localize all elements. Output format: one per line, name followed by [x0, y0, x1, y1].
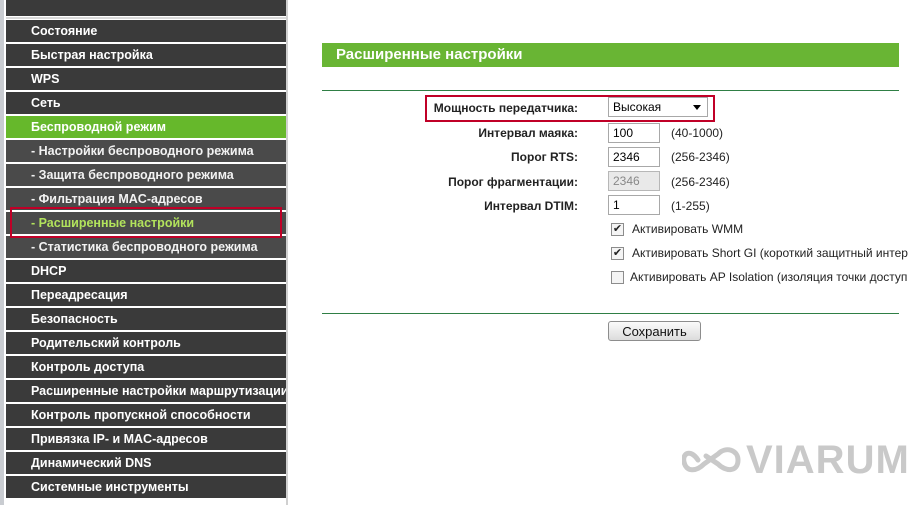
sidebar-item-forwarding[interactable]: Переадресация [6, 284, 286, 306]
beacon-interval-hint: (40-1000) [671, 126, 724, 140]
rts-threshold-hint: (256-2346) [671, 150, 730, 164]
rts-threshold-input[interactable] [608, 147, 660, 167]
fragmentation-threshold-label: Порог фрагментации: [448, 175, 578, 189]
fragmentation-threshold-input [608, 171, 660, 191]
short-gi-checkbox[interactable]: ✔ [611, 247, 624, 260]
page-title: Расширенные настройки [322, 43, 899, 67]
dtim-interval-input[interactable] [608, 195, 660, 215]
sidebar-item-quick-setup[interactable]: Быстрая настройка [6, 44, 286, 66]
sidebar-menu: Состояние Быстрая настройка WPS Сеть Бес… [6, 20, 286, 500]
sidebar-subitem-wireless-security[interactable]: - Защита беспроводного режима [6, 164, 286, 186]
sidebar-item-ddns[interactable]: Динамический DNS [6, 452, 286, 474]
main-panel: Расширенные настройки Мощность передатчи… [288, 0, 918, 505]
sidebar-separator [6, 17, 286, 19]
beacon-interval-input[interactable] [608, 123, 660, 143]
sidebar-subitem-wireless-stats[interactable]: - Статистика беспроводного режима [6, 236, 286, 258]
short-gi-label: Активировать Short GI (короткий защитный… [632, 246, 908, 260]
beacon-interval-label: Интервал маяка: [478, 126, 578, 140]
sidebar-item-wps[interactable]: WPS [6, 68, 286, 90]
sidebar-item-bandwidth-control[interactable]: Контроль пропускной способности [6, 404, 286, 426]
divider-bottom [322, 313, 899, 314]
ap-isolation-checkbox[interactable] [611, 271, 624, 284]
watermark-text: VIARUM [746, 437, 910, 482]
ap-isolation-label: Активировать AP Isolation (изоляция точк… [630, 270, 908, 284]
sidebar-item-network[interactable]: Сеть [6, 92, 286, 114]
sidebar-item-advanced-routing[interactable]: Расширенные настройки маршрутизации [6, 380, 286, 402]
sidebar-item-parental-control[interactable]: Родительский контроль [6, 332, 286, 354]
sidebar-item-access-control[interactable]: Контроль доступа [6, 356, 286, 378]
sidebar-top-item [6, 0, 286, 16]
highlight-box-sidebar [10, 207, 282, 238]
sidebar-item-security[interactable]: Безопасность [6, 308, 286, 330]
sidebar-item-system-tools[interactable]: Системные инструменты [6, 476, 286, 498]
sidebar-item-status[interactable]: Состояние [6, 20, 286, 42]
sidebar-subitem-wireless-settings[interactable]: - Настройки беспроводного режима [6, 140, 286, 162]
rts-threshold-label: Порог RTS: [511, 150, 578, 164]
highlight-box-main [425, 95, 715, 122]
wmm-label: Активировать WMM [632, 222, 744, 236]
sidebar-item-wireless[interactable]: Беспроводной режим [6, 116, 286, 138]
sidebar: Состояние Быстрая настройка WPS Сеть Бес… [0, 0, 288, 505]
dtim-interval-hint: (1-255) [671, 199, 710, 213]
fragmentation-threshold-hint: (256-2346) [671, 175, 730, 189]
sidebar-item-dhcp[interactable]: DHCP [6, 260, 286, 282]
divider-top [322, 90, 899, 91]
dtim-interval-label: Интервал DTIM: [484, 199, 578, 213]
save-button[interactable]: Сохранить [608, 321, 701, 341]
infinity-logo-icon [682, 447, 741, 473]
sidebar-item-ip-mac-binding[interactable]: Привязка IP- и MAC-адресов [6, 428, 286, 450]
watermark-logo: VIARUM [682, 437, 910, 482]
wmm-checkbox[interactable]: ✔ [611, 223, 624, 236]
